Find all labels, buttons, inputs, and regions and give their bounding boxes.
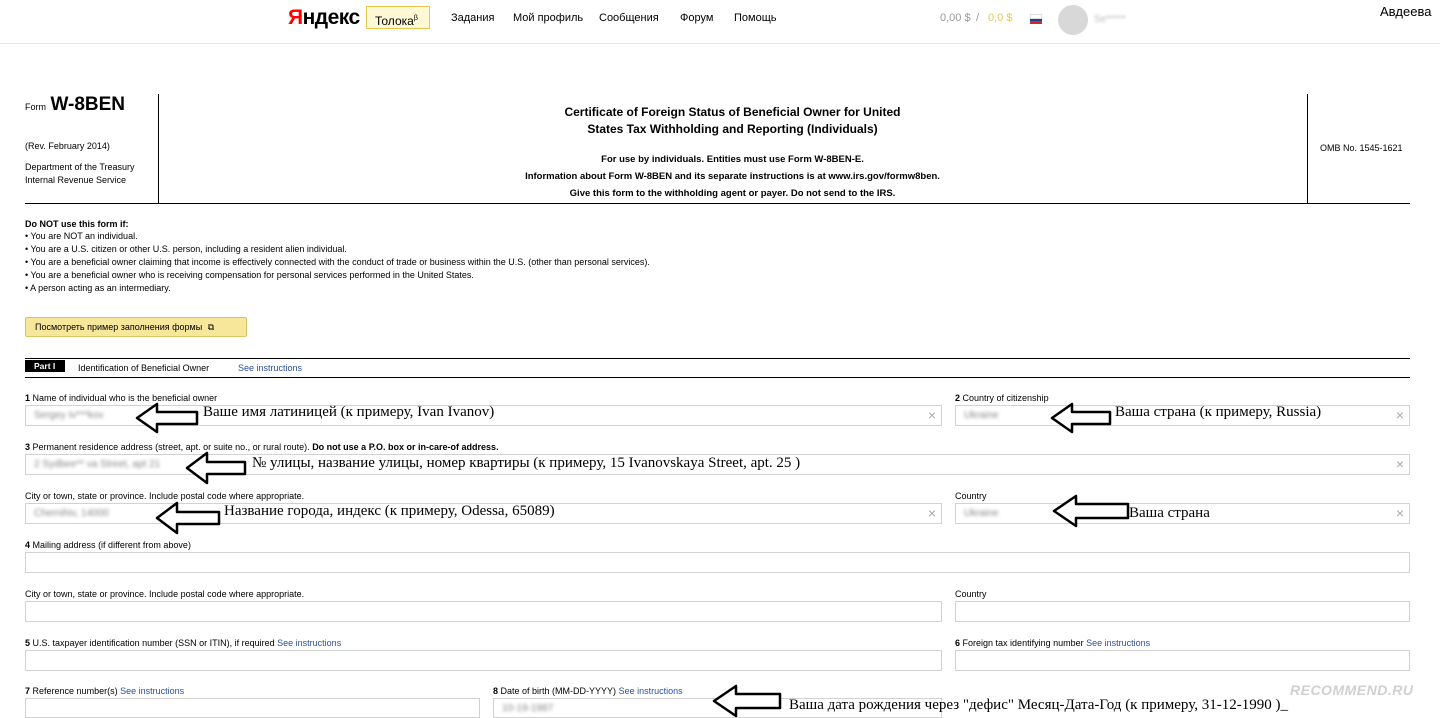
- part1-see-instructions-link[interactable]: See instructions: [238, 363, 302, 373]
- annotation-citizenship: Ваша страна (к примеру, Russia): [1115, 404, 1322, 420]
- clear-icon[interactable]: ×: [1396, 456, 1404, 472]
- nav-forum[interactable]: Форум: [680, 12, 713, 24]
- nav-messages[interactable]: Сообщения: [599, 12, 659, 24]
- nav-my-profile[interactable]: Мой профиль: [513, 12, 583, 24]
- view-example-button[interactable]: Посмотреть пример заполнения формы ⧉: [25, 317, 247, 337]
- mailing-city-input[interactable]: [25, 601, 942, 622]
- header-line-2: Information about Form W-8BEN and its se…: [525, 171, 940, 182]
- part1-bottom-rule: [25, 377, 1410, 378]
- foreign-tin-input[interactable]: [955, 650, 1410, 671]
- form-title: Certificate of Foreign Status of Benefic…: [564, 105, 901, 136]
- top-navigation-bar: Яндекс Толокаβ Задания Мой профиль Сообщ…: [0, 0, 1440, 44]
- department-line-2: Internal Revenue Service: [25, 175, 127, 185]
- annotation-city: Название города, индекс (к примеру, Odes…: [224, 503, 555, 519]
- arrow-left-icon: [1050, 402, 1112, 434]
- donot-item: A person acting as an intermediary.: [25, 282, 170, 295]
- donot-item: You are a beneficial owner who is receiv…: [25, 269, 474, 282]
- arrow-left-icon: [185, 451, 247, 485]
- mailing-address-input[interactable]: [25, 552, 1410, 573]
- arrow-left-icon: [712, 684, 782, 718]
- form-number: Form W-8BEN: [25, 94, 126, 115]
- country-label: Country: [955, 491, 987, 501]
- balance-pending[interactable]: 0,0 $: [988, 12, 1012, 24]
- revision-date: (Rev. February 2014): [25, 141, 110, 151]
- field6-see-instructions-link[interactable]: See instructions: [1086, 638, 1150, 648]
- corner-user-name: Авдеева: [1380, 4, 1432, 19]
- header-line-3: Give this form to the withholding agent …: [569, 188, 896, 199]
- field6-label: 6 Foreign tax identifying number See ins…: [955, 638, 1151, 648]
- donot-item: You are NOT an individual.: [25, 230, 138, 243]
- field8-see-instructions-link[interactable]: See instructions: [619, 686, 683, 696]
- part1-top-rule: [25, 358, 1410, 359]
- nav-tasks[interactable]: Задания: [451, 12, 494, 24]
- field7-see-instructions-link[interactable]: See instructions: [120, 686, 184, 696]
- nav-help[interactable]: Помощь: [734, 12, 777, 24]
- annotation-dob: Ваша дата рождения через "дефис" Месяц-Д…: [789, 697, 1288, 713]
- avatar[interactable]: [1058, 5, 1088, 35]
- part1-title: Identification of Beneficial Owner: [78, 363, 210, 373]
- toloka-badge[interactable]: Толокаβ: [366, 6, 430, 29]
- header-divider-left: [158, 94, 159, 204]
- balance-usd[interactable]: 0,00 $: [940, 12, 971, 24]
- field5-see-instructions-link[interactable]: See instructions: [277, 638, 341, 648]
- country2-label: Country: [955, 589, 987, 599]
- field3-label: 3 Permanent residence address (street, a…: [25, 442, 499, 452]
- field7-label: 7 Reference number(s) See instructions: [25, 686, 185, 696]
- arrow-left-icon: [155, 501, 221, 535]
- clear-icon[interactable]: ×: [928, 505, 936, 521]
- clear-icon[interactable]: ×: [928, 407, 936, 423]
- arrow-left-icon: [1052, 494, 1130, 528]
- header-divider-right: [1307, 94, 1308, 204]
- yandex-logo[interactable]: Яндекс: [288, 6, 360, 30]
- russian-flag-icon[interactable]: [1030, 14, 1042, 24]
- department-line-1: Department of the Treasury: [25, 162, 135, 172]
- header-bottom-rule: [25, 203, 1410, 204]
- header-line-1: For use by individuals. Entities must us…: [601, 154, 864, 165]
- annotation-name: Ваше имя латиницей (к примеру, Ivan Ivan…: [203, 404, 495, 420]
- omb-number: OMB No. 1545-1621: [1320, 143, 1403, 153]
- donot-item: You are a beneficial owner claiming that…: [25, 256, 650, 269]
- watermark: RECOMMEND.RU: [1290, 682, 1414, 698]
- field4-label: 4 Mailing address (if different from abo…: [25, 540, 191, 550]
- balance-separator: /: [976, 12, 980, 24]
- external-link-icon: ⧉: [207, 322, 215, 332]
- username[interactable]: Se*****: [1094, 14, 1126, 25]
- annotation-address: № улицы, название улицы, номер квартиры …: [252, 455, 801, 471]
- clear-icon[interactable]: ×: [1396, 505, 1404, 521]
- donot-item: You are a U.S. citizen or other U.S. per…: [25, 243, 347, 256]
- annotation-country: Ваша страна: [1129, 505, 1210, 521]
- us-tin-input[interactable]: [25, 650, 942, 671]
- mailing-country-input[interactable]: [955, 601, 1410, 622]
- arrow-left-icon: [135, 402, 199, 434]
- field2-label: 2 Country of citizenship: [955, 393, 1049, 403]
- clear-icon[interactable]: ×: [1396, 407, 1404, 423]
- part1-tag: Part I: [25, 360, 65, 372]
- reference-number-input[interactable]: [25, 698, 480, 718]
- field8-label: 8 Date of birth (MM-DD-YYYY) See instruc…: [493, 686, 683, 696]
- city2-label: City or town, state or province. Include…: [25, 589, 305, 599]
- field5-label: 5 U.S. taxpayer identification number (S…: [25, 638, 342, 648]
